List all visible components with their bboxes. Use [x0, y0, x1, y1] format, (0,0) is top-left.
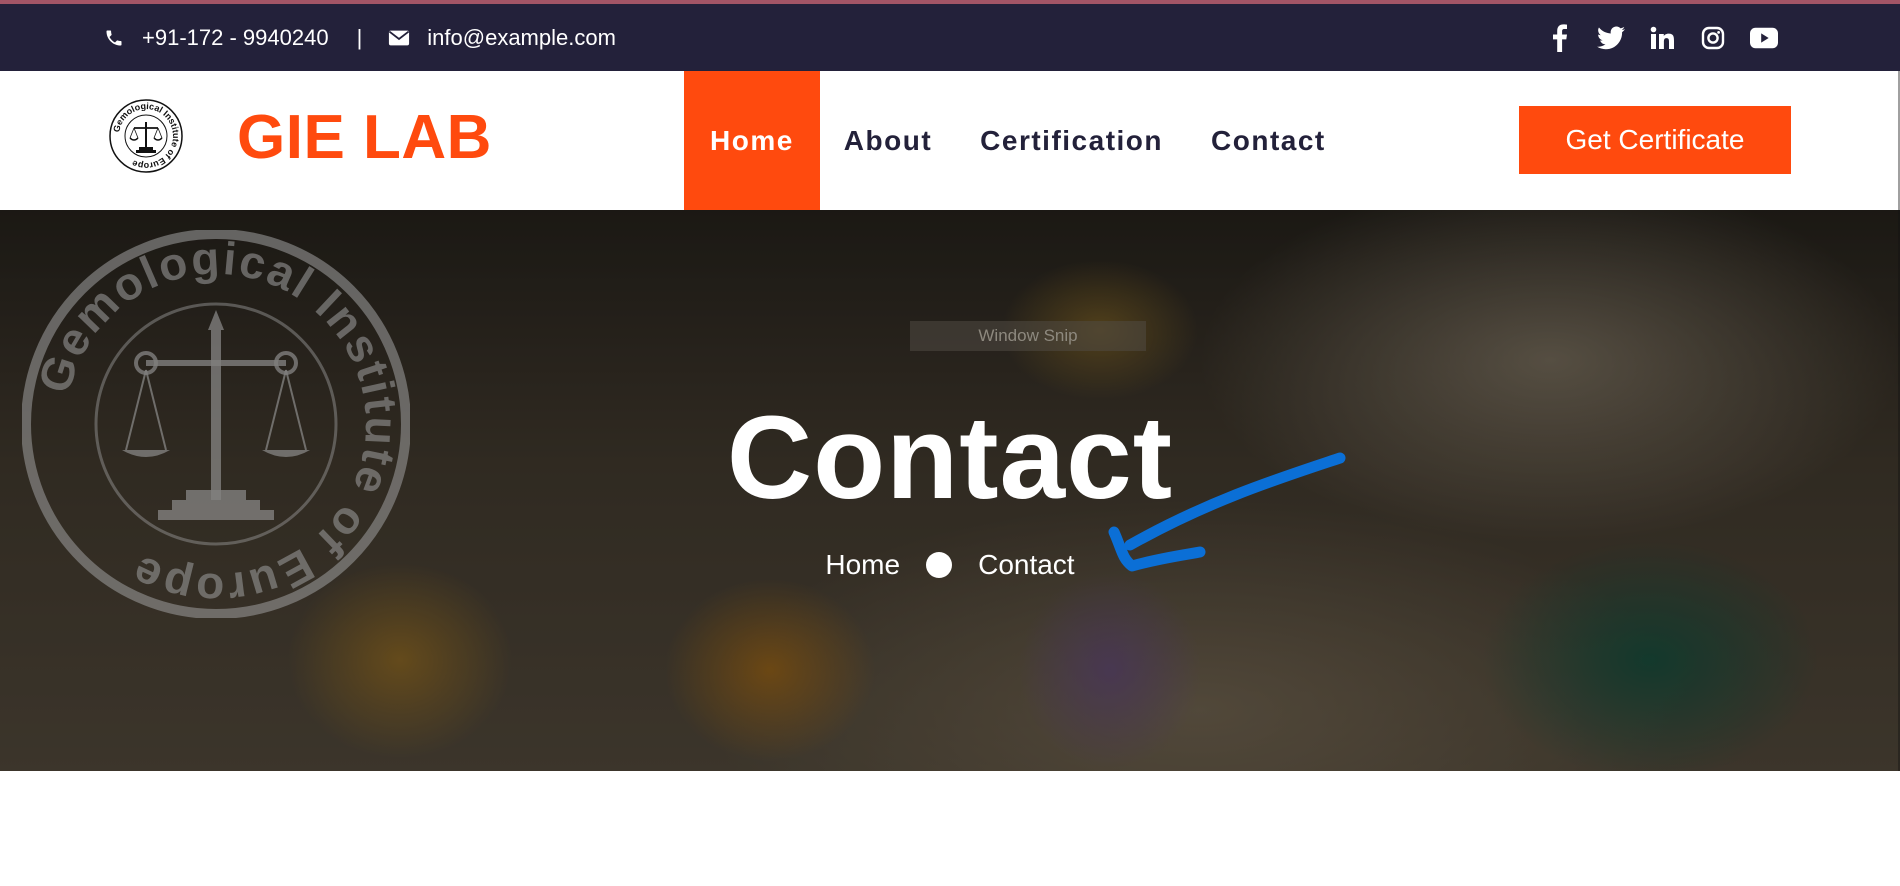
- phone-icon: [103, 27, 125, 49]
- nav-item-home[interactable]: Home: [684, 71, 820, 210]
- hero-banner: Gemological Institute of Europe Window S…: [0, 210, 1900, 771]
- breadcrumb: Home Contact: [0, 549, 1900, 581]
- youtube-icon[interactable]: [1750, 24, 1778, 52]
- page-content-area: [0, 771, 1900, 886]
- brand-name[interactable]: GIE LAB: [237, 102, 492, 173]
- breadcrumb-home-link[interactable]: Home: [825, 549, 900, 581]
- nav-item-about[interactable]: About: [820, 71, 956, 210]
- institute-emblem-logo[interactable]: Gemological Institute of Europe: [108, 98, 184, 174]
- breadcrumb-current: Contact: [978, 549, 1075, 580]
- phone-number[interactable]: +91-172 - 9940240: [142, 25, 329, 51]
- contact-info: +91-172 - 9940240 | info@example.com: [103, 4, 616, 71]
- site-header: Gemological Institute of Europe GIE LAB …: [0, 71, 1900, 210]
- window-snip-label: Window Snip: [910, 321, 1146, 351]
- page-title: Contact: [726, 392, 1174, 524]
- contact-separator: |: [356, 24, 363, 50]
- instagram-icon[interactable]: [1699, 24, 1727, 52]
- nav-item-certification[interactable]: Certification: [956, 71, 1187, 210]
- envelope-icon: [388, 27, 410, 49]
- main-nav: Home About Certification Contact: [684, 71, 1350, 210]
- linkedin-icon[interactable]: [1648, 24, 1676, 52]
- social-links: [1546, 4, 1778, 71]
- arrow-annotation-icon: [1108, 452, 1346, 572]
- twitter-icon[interactable]: [1597, 24, 1625, 52]
- breadcrumb-separator-dot: [926, 552, 953, 578]
- nav-item-contact[interactable]: Contact: [1187, 71, 1350, 210]
- email-address[interactable]: info@example.com: [427, 25, 616, 51]
- get-certificate-button[interactable]: Get Certificate: [1519, 106, 1791, 174]
- facebook-icon[interactable]: [1546, 23, 1574, 52]
- top-bar: +91-172 - 9940240 | info@example.com: [0, 4, 1900, 71]
